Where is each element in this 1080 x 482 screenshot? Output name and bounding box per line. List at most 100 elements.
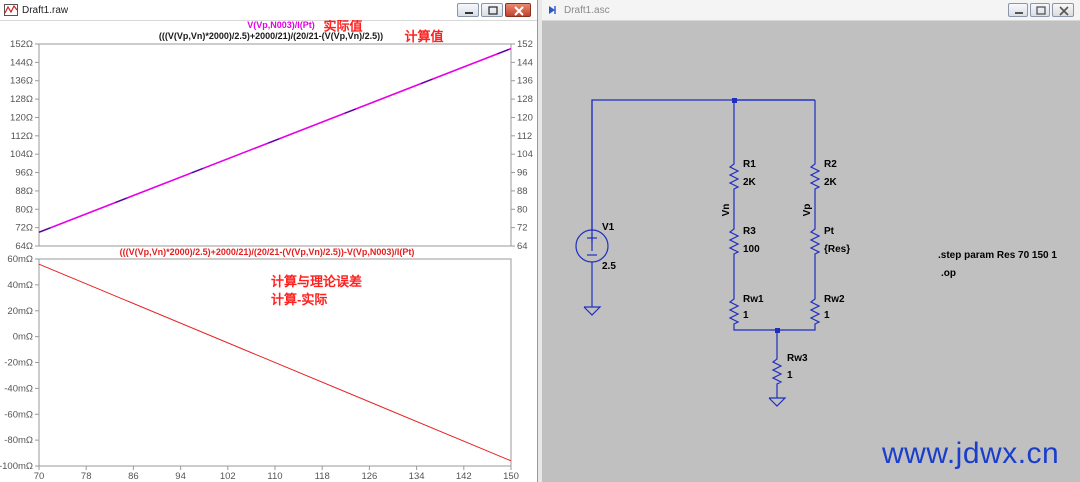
x-tick-label: 134 [409,471,425,482]
ground-rw3-icon[interactable] [768,397,787,407]
ground-v1-icon[interactable] [583,306,602,316]
close-icon [514,6,524,16]
bottom-y-axis: 60mΩ 40mΩ 20mΩ 0mΩ -20mΩ -40mΩ -60mΩ -80mΩ -100m… [0,254,39,472]
bottom-y-tick-label: 20mΩ [7,306,33,317]
x-tick-label: 86 [128,471,139,482]
top-y-tick-label-left: 64Ω [15,241,33,252]
rw1-value[interactable]: 1 [743,310,749,321]
rw3-name[interactable]: Rw3 [787,353,808,364]
r2-name[interactable]: R2 [824,159,837,170]
schematic-restore-button[interactable] [1030,3,1050,17]
top-y-tick-label-left: 128Ω [10,94,33,105]
watermark: www.jdwx.cn [882,437,1060,470]
r2-value[interactable]: 2K [824,177,838,188]
pt-value[interactable]: {Res} [824,244,850,255]
spice-directive-step[interactable]: .step param Res 70 150 1 [938,250,1057,261]
junction-bottom [775,328,780,333]
x-tick-label: 102 [220,471,236,482]
annotation-error-line1: 计算与理论误差 [271,274,362,289]
close-icon [1059,6,1069,16]
schematic-app-icon [549,6,556,14]
schematic-window[interactable]: Draft1.asc R1 2K R2 2K R3 100 Pt {Res} R… [538,0,1080,482]
trace-label-measured[interactable]: V(Vp,N003)/I(Pt) [247,20,315,30]
rw3-value[interactable]: 1 [787,370,793,381]
resistor-r3-symbol[interactable] [728,225,740,257]
top-y-tick-label-right: 136 [517,76,533,87]
resistor-rw2-symbol[interactable] [809,295,821,327]
top-y-axis-left: 152Ω 144Ω 136Ω 128Ω 120Ω 112Ω 104Ω 96Ω 88Ω 80Ω 72Ω… [10,39,39,252]
schematic-titlebar[interactable]: Draft1.asc [542,0,1080,21]
r1-name[interactable]: R1 [743,159,756,170]
top-y-tick-label-left: 144Ω [10,57,33,68]
x-tick-label: 78 [81,471,92,482]
waveform-window-title: Draft1.raw [22,4,69,16]
top-y-tick-label-left: 152Ω [10,39,33,50]
bottom-y-tick-label: -20mΩ [4,358,33,369]
bottom-y-tick-label: 60mΩ [7,254,33,265]
schematic-canvas[interactable]: R1 2K R2 2K R3 100 Pt {Res} Rw1 1 Rw2 1 … [542,20,1080,482]
schematic-window-title: Draft1.asc [564,4,610,16]
spice-directive-op[interactable]: .op [941,268,956,279]
x-tick-label: 94 [175,471,186,482]
r3-value[interactable]: 100 [743,244,760,255]
top-y-tick-label-left: 96Ω [15,168,33,179]
maximize-icon [488,6,498,15]
net-label-vp[interactable]: Vp [802,204,813,217]
top-y-tick-label-left: 104Ω [10,149,33,160]
rw2-value[interactable]: 1 [824,310,830,321]
bottom-y-tick-label: -100mΩ [0,461,33,472]
close-button[interactable] [505,3,531,17]
minimize-icon [1015,12,1023,14]
top-y-tick-label-left: 136Ω [10,76,33,87]
annotation-calc: 计算值 [404,29,443,44]
top-pane-frame[interactable] [38,43,512,247]
resistor-rw1-symbol[interactable] [728,295,740,327]
wire-bottom[interactable] [733,327,816,331]
x-axis: 70 78 86 94 102 110 118 126 134 142 150 [34,466,519,482]
top-y-tick-label-left: 72Ω [15,223,33,234]
net-label-vn[interactable]: Vn [721,204,732,217]
resistor-r2-symbol[interactable] [809,160,821,192]
maximize-button[interactable] [481,3,503,17]
top-y-tick-label-right: 120 [517,112,533,123]
schematic-minimize-button[interactable] [1008,3,1028,17]
r1-value[interactable]: 2K [743,177,757,188]
top-y-tick-label-left: 80Ω [15,204,33,215]
waveform-plot-area[interactable]: V(Vp,N003)/I(Pt) 实际值 (((V(Vp,Vn)*2000)/2… [0,20,538,482]
resistor-r1-symbol[interactable] [728,160,740,192]
top-y-axis-right: 152 144 136 128 120 112 104 96 88 80 72 64 [511,39,533,252]
r3-name[interactable]: R3 [743,226,756,237]
bottom-y-tick-label: -60mΩ [4,409,33,420]
waveform-window[interactable]: Draft1.raw V(Vp,N003)/I(Pt) 实际值 (((V(Vp,… [0,0,538,482]
top-y-tick-label-right: 152 [517,39,533,50]
top-y-tick-label-right: 72 [517,223,528,234]
resistor-pt-symbol[interactable] [809,225,821,257]
waveform-titlebar[interactable]: Draft1.raw [0,0,537,21]
top-y-tick-label-right: 112 [517,131,532,142]
top-y-tick-label-right: 128 [517,94,533,105]
bottom-y-tick-label: -40mΩ [4,383,33,394]
trace-label-calc[interactable]: (((V(Vp,Vn)*2000)/2.5)+2000/21)/(20/21-(… [159,31,383,41]
v1-name[interactable]: V1 [602,222,615,233]
v1-value[interactable]: 2.5 [602,261,616,272]
pt-name[interactable]: Pt [824,226,835,237]
rw1-name[interactable]: Rw1 [743,294,764,305]
x-tick-label: 150 [503,471,519,482]
trace-label-error[interactable]: (((V(Vp,Vn)*2000)/2.5)+2000/21)/(20/21-(… [120,247,415,257]
minimize-button[interactable] [457,3,479,17]
top-y-tick-label-left: 120Ω [10,112,33,123]
top-y-tick-label-right: 96 [517,168,528,179]
resistor-rw3-symbol[interactable] [771,355,783,387]
rw2-name[interactable]: Rw2 [824,294,845,305]
minimize-icon [465,12,473,14]
wire-top[interactable] [591,99,815,251]
x-tick-label: 126 [361,471,377,482]
bottom-y-tick-label: 40mΩ [7,280,33,291]
annotation-error-line2: 计算-实际 [271,292,327,307]
top-y-tick-label-right: 88 [517,186,528,197]
x-tick-label: 118 [315,471,330,482]
top-y-tick-label-right: 80 [517,204,528,215]
x-tick-label: 142 [456,471,472,482]
schematic-close-button[interactable] [1052,3,1074,17]
restore-icon [1036,6,1046,15]
